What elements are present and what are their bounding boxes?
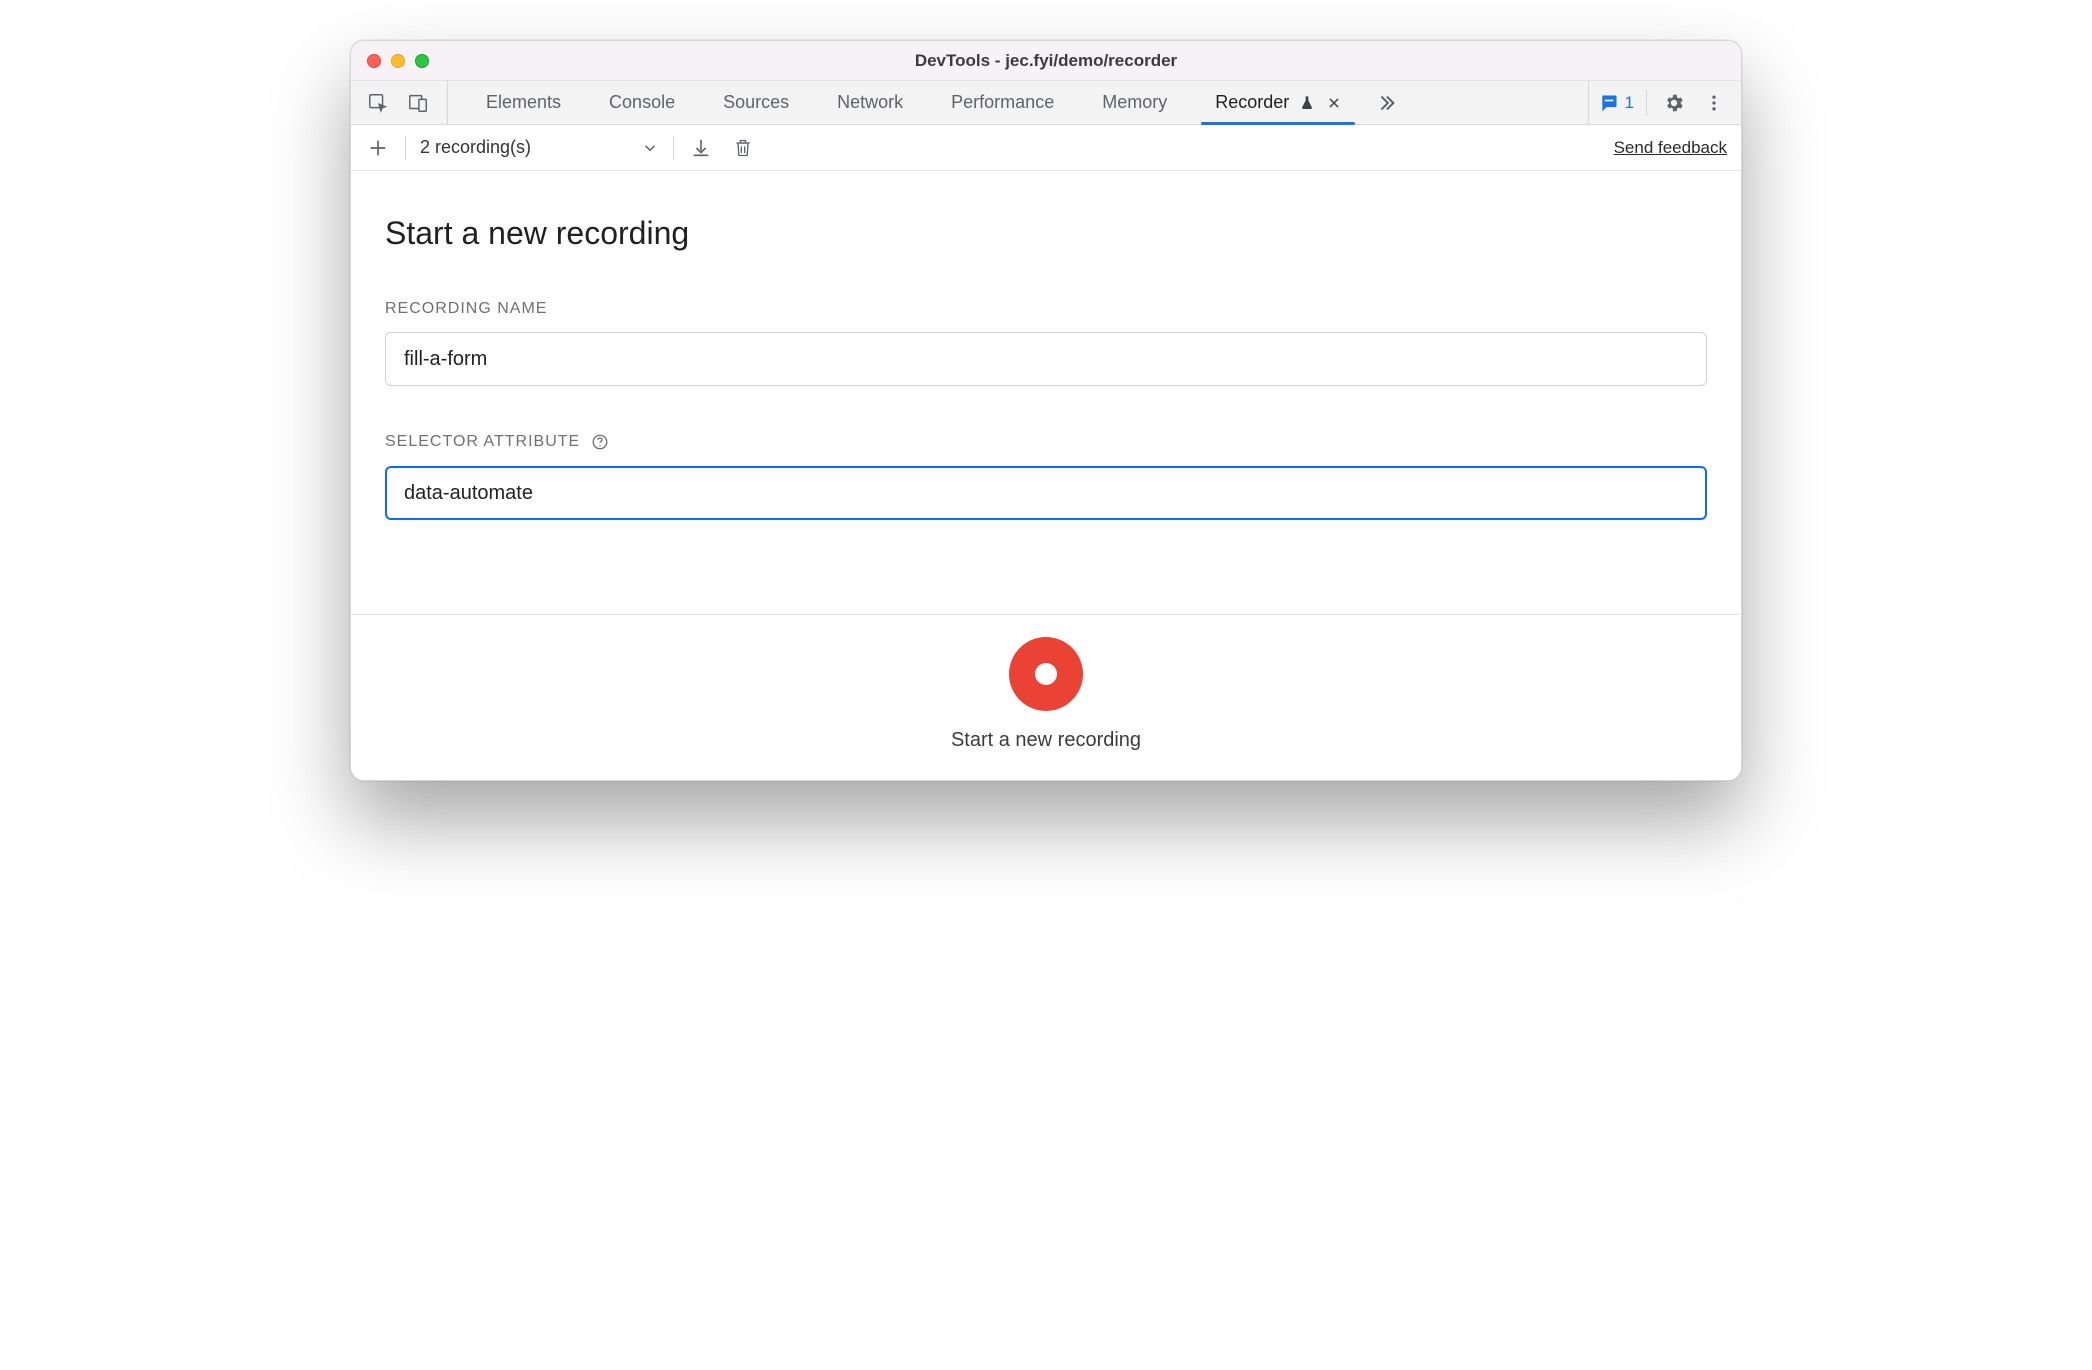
kebab-menu-icon[interactable] [1701, 90, 1727, 116]
tab-memory[interactable]: Memory [1082, 81, 1187, 124]
recordings-dropdown-label: 2 recording(s) [420, 137, 531, 158]
export-icon[interactable] [688, 135, 714, 161]
tab-strip-actions: 1 [1588, 81, 1741, 124]
selector-attribute-group: Selector Attribute [385, 432, 1707, 520]
titlebar: DevTools - jec.fyi/demo/recorder [351, 41, 1741, 81]
recordings-dropdown[interactable]: 2 recording(s) [420, 137, 659, 158]
tab-console[interactable]: Console [589, 81, 695, 124]
inspect-controls [351, 81, 448, 124]
selector-attribute-input[interactable] [385, 466, 1707, 520]
tab-label: Performance [951, 92, 1054, 113]
new-recording-icon[interactable] [365, 135, 391, 161]
recording-name-label: Recording Name [385, 300, 1707, 318]
tab-network[interactable]: Network [817, 81, 923, 124]
selector-attribute-label-text: Selector Attribute [385, 433, 580, 451]
recorder-footer: Start a new recording [351, 614, 1741, 780]
flask-icon [1299, 95, 1315, 111]
tab-performance[interactable]: Performance [931, 81, 1074, 124]
delete-icon[interactable] [730, 135, 756, 161]
tab-label: Elements [486, 92, 561, 113]
window-controls [367, 54, 429, 68]
recorder-panel: Start a new recording Recording Name Sel… [351, 171, 1741, 614]
close-tab-icon[interactable] [1327, 96, 1341, 110]
close-window-button[interactable] [367, 54, 381, 68]
send-feedback-link[interactable]: Send feedback [1614, 138, 1727, 158]
tab-recorder[interactable]: Recorder [1195, 81, 1361, 124]
issues-button[interactable]: 1 [1599, 90, 1647, 116]
tab-label: Sources [723, 92, 789, 113]
minimize-window-button[interactable] [391, 54, 405, 68]
device-toolbar-icon[interactable] [405, 90, 431, 116]
divider [673, 136, 674, 160]
inspect-element-icon[interactable] [365, 90, 391, 116]
issues-count: 1 [1625, 93, 1634, 113]
record-button-label: Start a new recording [951, 729, 1141, 752]
chevron-down-icon [641, 139, 659, 157]
record-icon [1035, 663, 1057, 685]
tab-label: Recorder [1215, 92, 1289, 113]
recording-name-group: Recording Name [385, 300, 1707, 386]
panel-tabs: Elements Console Sources Network Perform… [448, 81, 1588, 124]
record-button[interactable] [1009, 637, 1083, 711]
tab-label: Memory [1102, 92, 1167, 113]
more-tabs-button[interactable] [1369, 81, 1403, 124]
selector-attribute-label: Selector Attribute [385, 432, 1707, 452]
devtools-window: DevTools - jec.fyi/demo/recorder Element… [350, 40, 1742, 781]
tab-sources[interactable]: Sources [703, 81, 809, 124]
tab-strip: Elements Console Sources Network Perform… [351, 81, 1741, 125]
page-title: Start a new recording [385, 215, 1707, 252]
recorder-toolbar: 2 recording(s) Send feedback [351, 125, 1741, 171]
help-icon[interactable] [590, 432, 610, 452]
settings-icon[interactable] [1661, 90, 1687, 116]
tab-elements[interactable]: Elements [466, 81, 581, 124]
zoom-window-button[interactable] [415, 54, 429, 68]
divider [405, 136, 406, 160]
tab-label: Console [609, 92, 675, 113]
recording-name-input[interactable] [385, 332, 1707, 386]
tab-label: Network [837, 92, 903, 113]
window-title: DevTools - jec.fyi/demo/recorder [351, 51, 1741, 71]
